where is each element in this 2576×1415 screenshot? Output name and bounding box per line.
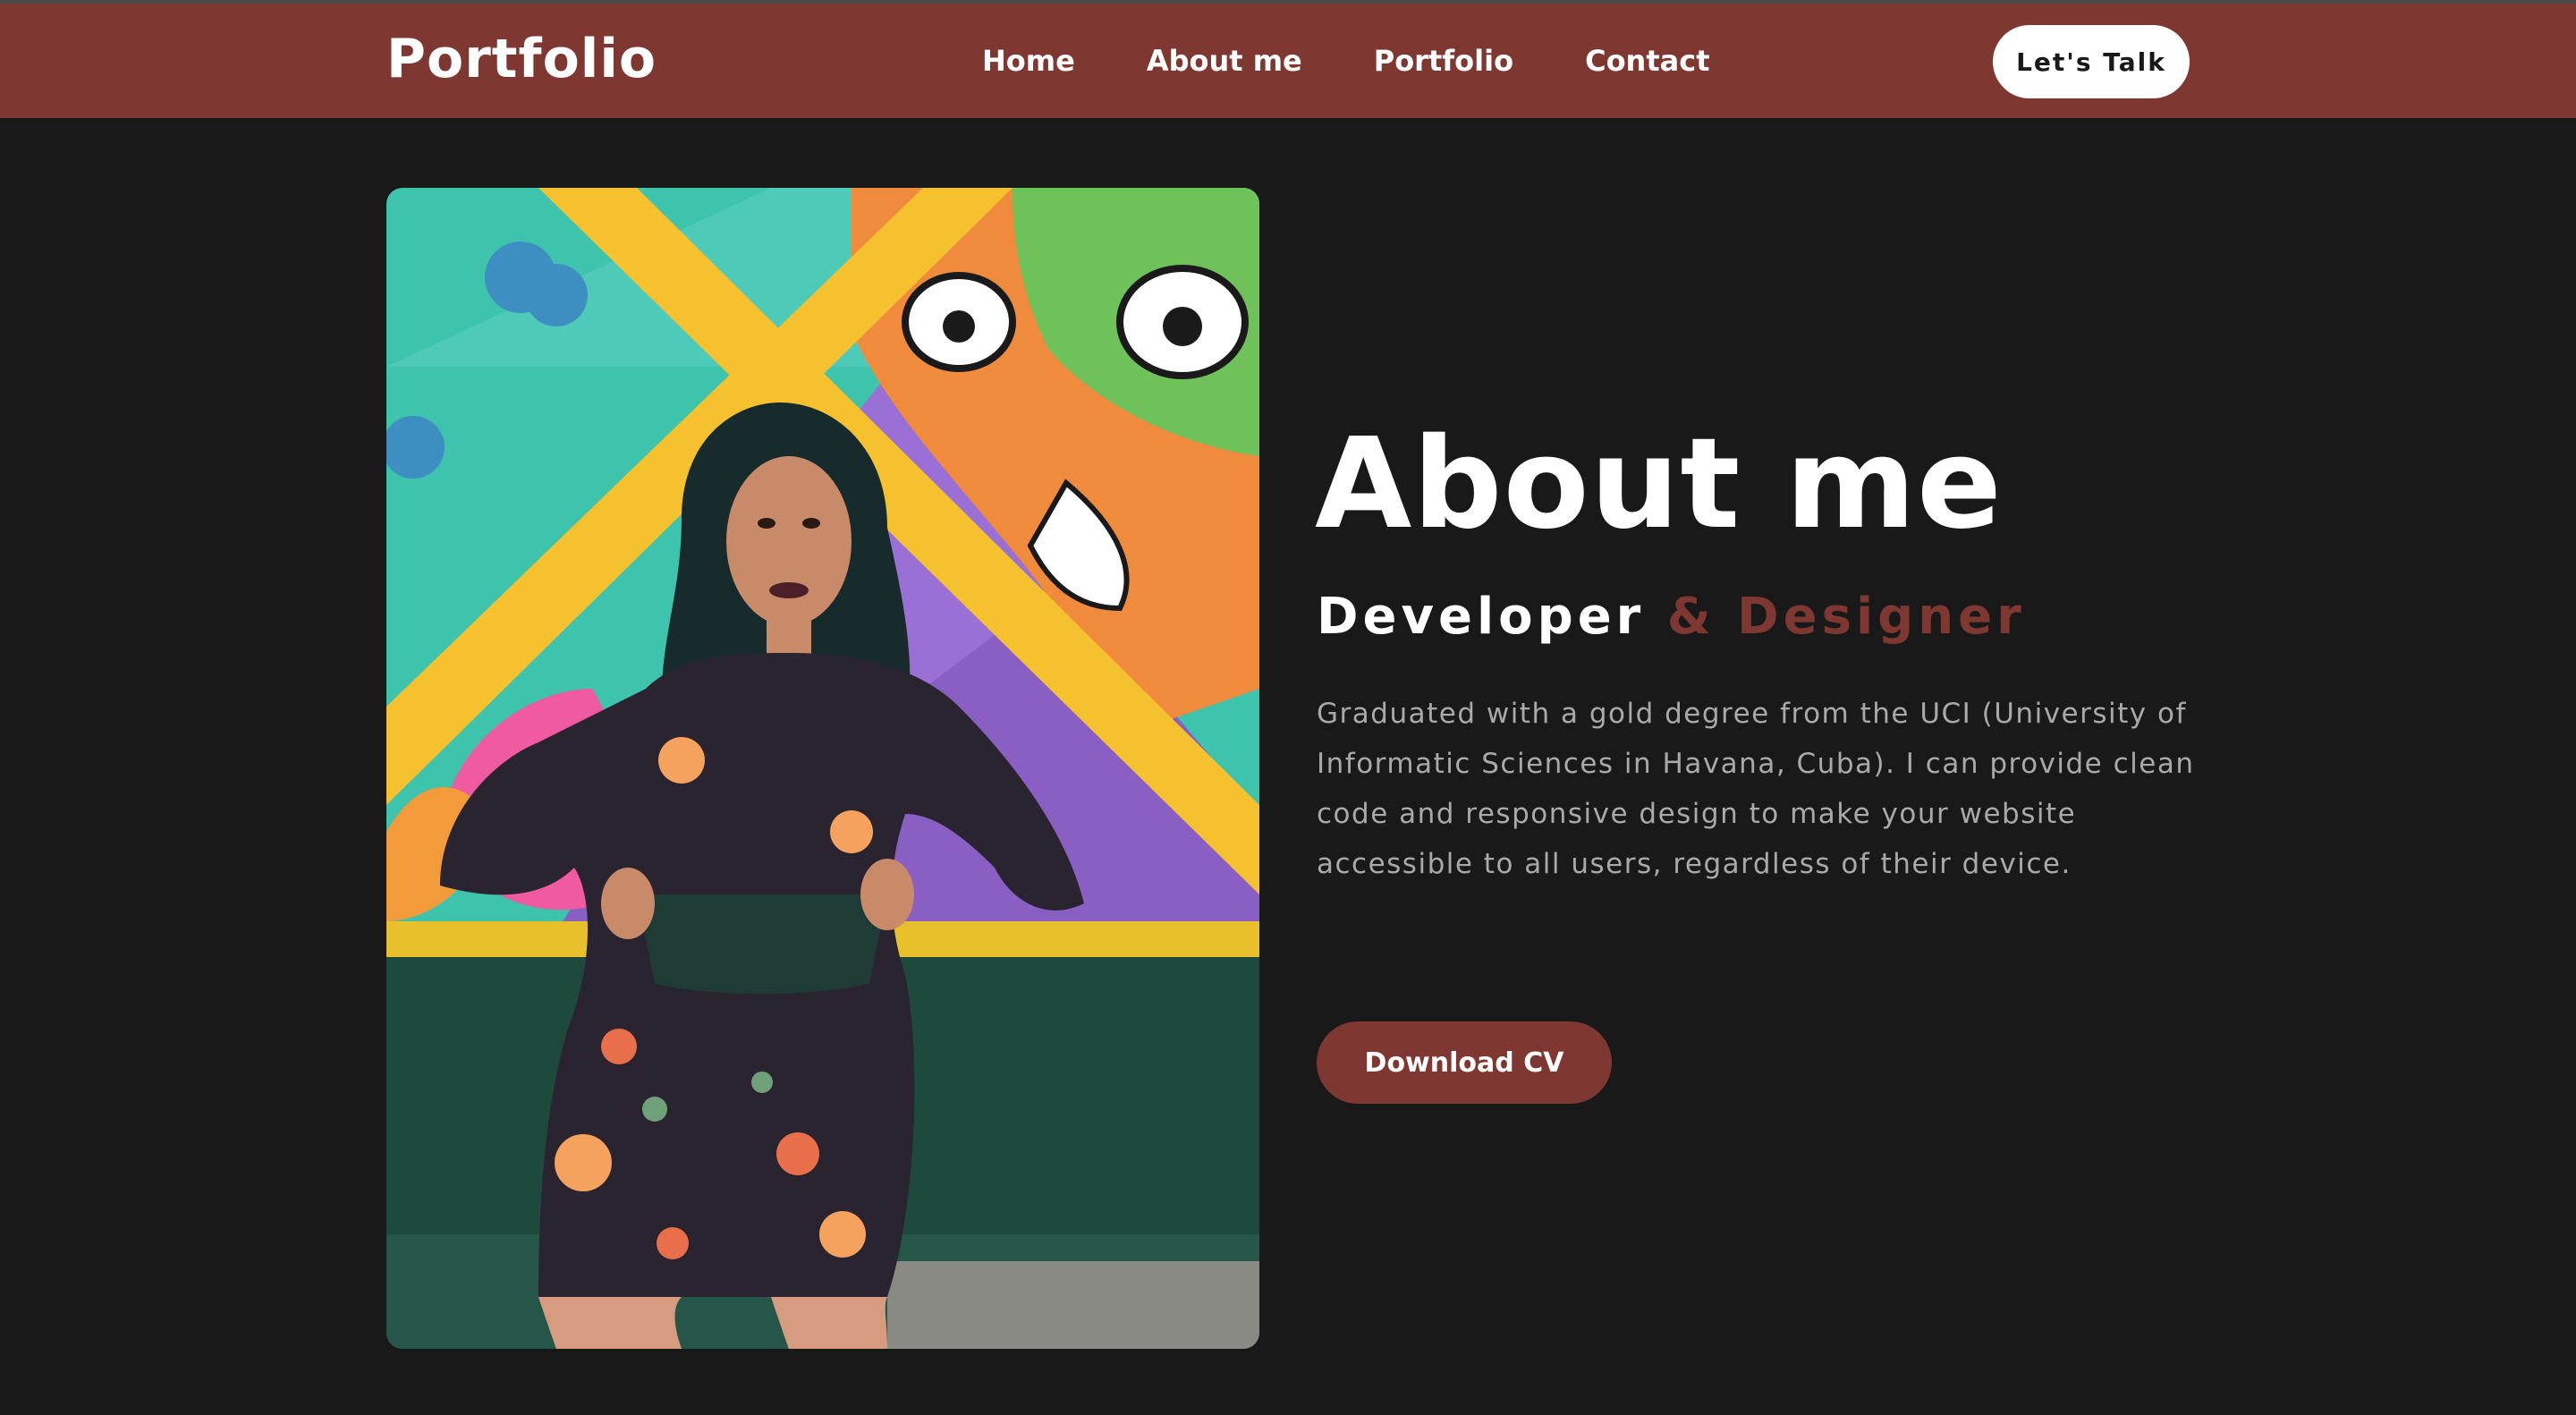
subtitle: Developer & Designer [1317,581,2026,653]
lets-talk-button[interactable]: Let's Talk [1993,25,2190,98]
page-title: About me [1315,411,2003,557]
nav-links: Home About me Portfolio Contact [982,39,1709,82]
nav-link-home[interactable]: Home [982,39,1075,82]
nav-link-portfolio[interactable]: Portfolio [1374,39,1513,82]
navbar: Portfolio Home About me Portfolio Contac… [0,4,2576,118]
nav-link-about[interactable]: About me [1147,39,1302,82]
nav-link-contact[interactable]: Contact [1585,39,1709,82]
role-designer: & Designer [1666,588,2026,646]
role-developer: Developer [1317,588,1646,646]
download-cv-button[interactable]: Download CV [1317,1021,1612,1104]
about-description: Graduated with a gold degree from the UC… [1317,698,2195,880]
brand-logo[interactable]: Portfolio [386,25,657,93]
profile-photo [386,188,1259,1349]
